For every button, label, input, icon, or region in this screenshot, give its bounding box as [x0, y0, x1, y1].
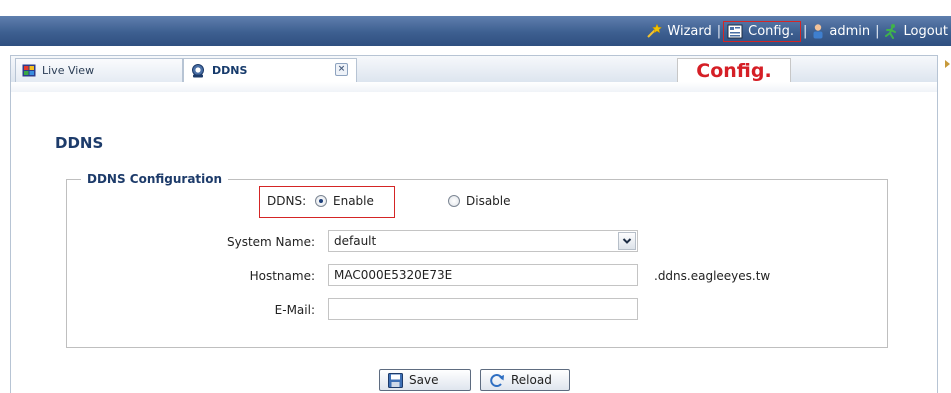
group-legend: DDNS Configuration	[87, 172, 223, 186]
enable-radio-option[interactable]: Enable	[315, 194, 374, 208]
tab-live-view[interactable]: Live View	[15, 58, 183, 82]
save-label: Save	[409, 373, 439, 387]
email-label: E-Mail:	[274, 303, 315, 317]
wizard-label: Wizard	[667, 23, 712, 39]
reload-icon	[490, 373, 504, 387]
hostname-label: Hostname:	[249, 269, 315, 283]
reload-label: Reload	[511, 373, 552, 387]
system-name-select[interactable]: default	[328, 230, 638, 252]
tab-scroll-icon[interactable]	[943, 58, 951, 76]
nav-separator: |	[716, 23, 722, 39]
config-callout: Config.	[677, 58, 791, 83]
dropdown-arrow[interactable]	[618, 232, 636, 250]
live-view-icon	[22, 64, 36, 77]
content-panel: DDNS DDNS Configuration DDNS: Enable Dis…	[10, 82, 938, 393]
email-input[interactable]	[328, 298, 638, 320]
chevron-down-icon	[622, 238, 632, 244]
system-name-label: System Name:	[226, 235, 315, 249]
wizard-icon	[647, 23, 663, 38]
enable-radio[interactable]	[315, 195, 327, 207]
page-title: DDNS	[55, 134, 104, 152]
disable-radio[interactable]	[448, 195, 460, 207]
disable-radio-option[interactable]: Disable	[448, 194, 511, 208]
config-label: Config.	[748, 23, 794, 39]
save-icon	[388, 372, 403, 388]
save-button[interactable]: Save	[379, 369, 471, 391]
config-icon	[727, 24, 743, 38]
nav-separator: |	[875, 23, 880, 39]
reload-button[interactable]: Reload	[480, 369, 570, 391]
disable-label: Disable	[466, 194, 511, 208]
ddns-label: DDNS:	[267, 194, 307, 208]
hostname-input[interactable]	[328, 264, 638, 286]
logout-link[interactable]: Logout	[881, 23, 951, 39]
config-link[interactable]: Config.	[723, 20, 801, 42]
top-nav-links: Wizard | Config. | admin | Logout	[643, 16, 951, 46]
logout-icon	[885, 24, 897, 39]
tab-ddns[interactable]: DDNS ×	[183, 58, 357, 82]
tab-ddns-label: DDNS	[212, 64, 248, 77]
user-link[interactable]: admin	[809, 23, 873, 39]
system-name-value: default	[334, 234, 377, 248]
tab-live-view-label: Live View	[42, 64, 95, 77]
hostname-suffix: .ddns.eagleeyes.tw	[654, 269, 771, 283]
user-icon	[813, 24, 823, 39]
wizard-link[interactable]: Wizard	[643, 23, 714, 39]
top-navigation-bar: Wizard | Config. | admin | Logout	[0, 16, 951, 46]
ddns-icon	[192, 63, 204, 77]
nav-separator: |	[802, 23, 808, 39]
enable-label: Enable	[333, 194, 374, 208]
tab-strip: Live View DDNS × Config.	[10, 55, 938, 83]
close-tab-icon[interactable]: ×	[335, 63, 348, 76]
logout-label: Logout	[903, 23, 948, 39]
user-label: admin	[829, 23, 871, 39]
